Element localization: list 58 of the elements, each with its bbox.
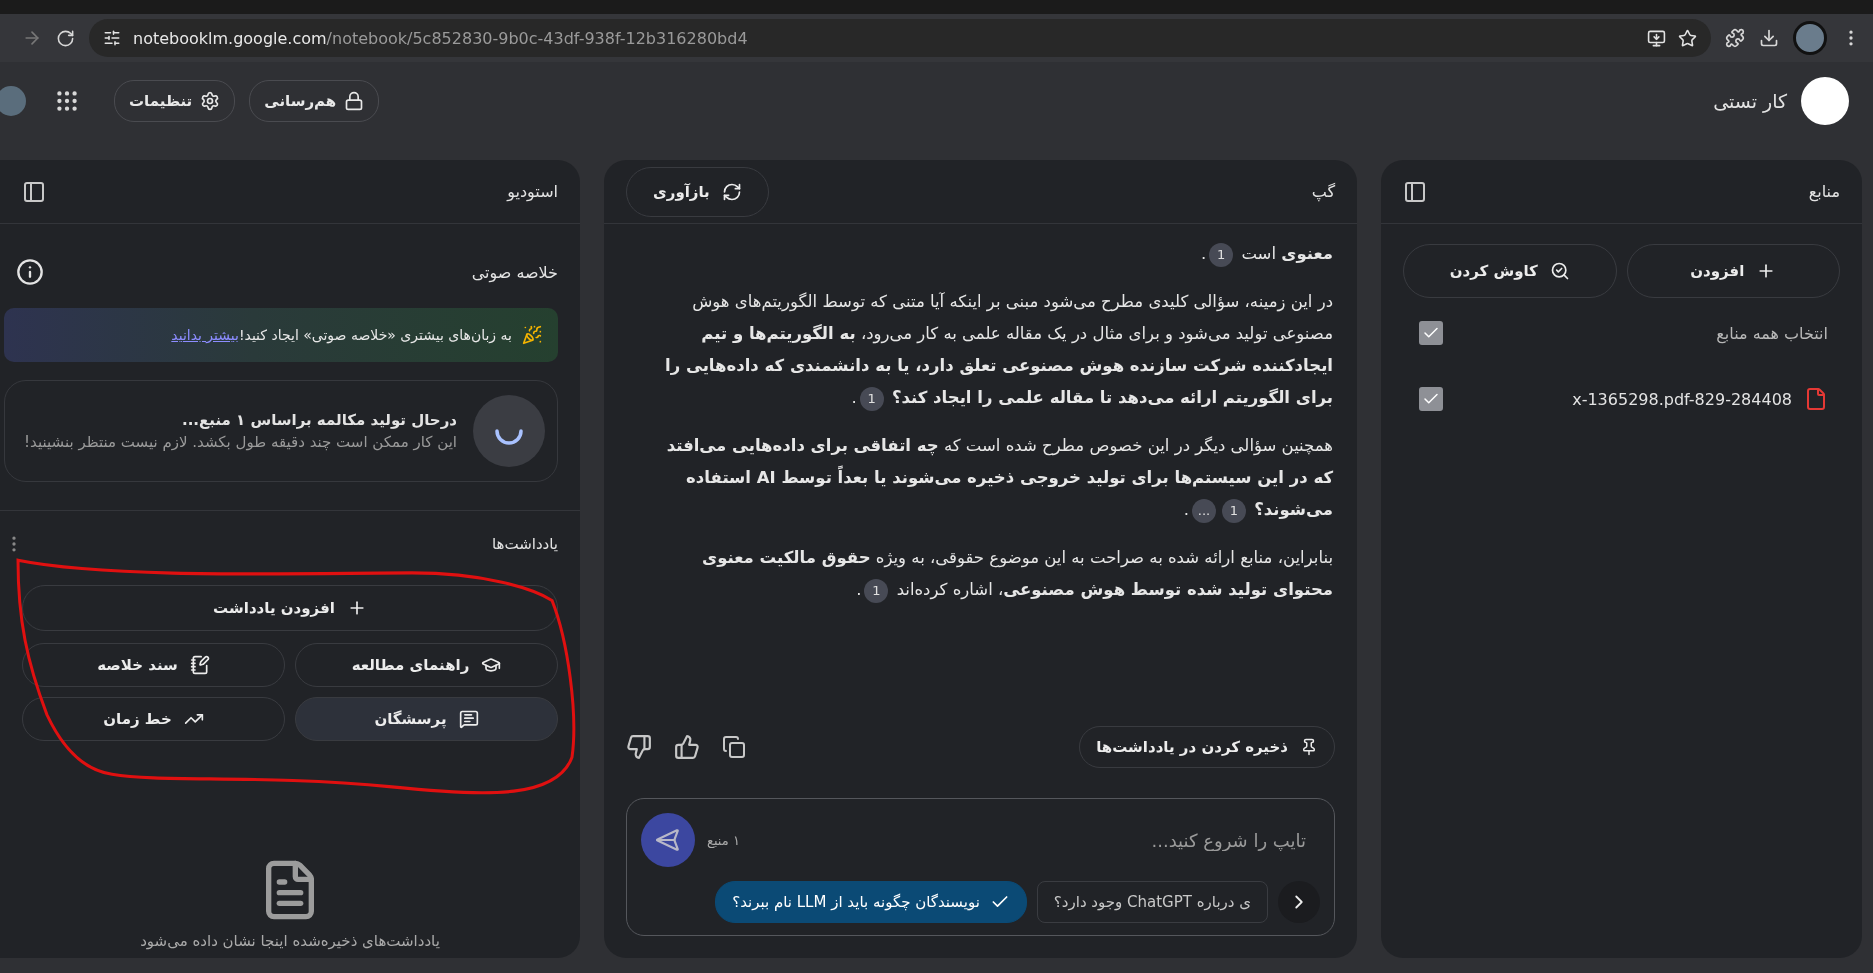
settings-button[interactable]: تنظیمات [114,80,236,122]
citation-chip[interactable]: 1 [1221,498,1246,523]
install-icon[interactable] [1647,28,1666,48]
graduation-cap-icon [481,655,502,675]
site-info-icon[interactable] [103,29,121,47]
checkbox[interactable] [1419,387,1443,411]
panel-toggle-icon[interactable] [22,179,46,204]
source-count: ۱ منبع [707,832,740,848]
chat-input[interactable]: تایپ را شروع کنید... [751,829,1320,851]
apps-grid-icon[interactable] [54,88,80,114]
citation-chip[interactable]: 1 [864,578,889,603]
checkbox[interactable] [1419,321,1443,345]
logo-circle [1801,77,1849,125]
refresh-button[interactable]: بازآوری [626,166,769,217]
panel-toggle-icon[interactable] [1403,179,1427,204]
panel-title: گپ [1311,182,1335,201]
suggestion-chip[interactable]: ی درباره ChatGPT وجود دارد؟ [1036,881,1268,923]
citation-chip[interactable]: 1 [859,386,884,411]
select-all-label: انتخاب همه منابع [1716,323,1828,343]
suggestion-chip[interactable]: نویسندگان چگونه باید از LLM نام ببرند؟ [715,881,1027,923]
address-bar[interactable]: notebooklm.google.com/notebook/5c852830-9b0c-43df-938f-12b316280bd4 [89,19,1711,57]
download-icon[interactable] [1759,28,1779,48]
learn-more-link[interactable]: بیشتر بدانید [171,327,239,343]
pin-icon [1300,738,1318,756]
info-icon[interactable] [16,258,44,286]
promo-text: به زبان‌های بیشتری «خلاصه صوتی» ایجاد کنید!بیشتر بدانید [171,327,512,343]
share-button[interactable]: هم‌رسانی [249,80,380,122]
notebook-title: کار تستی [1713,90,1787,112]
empty-notes-text: یادداشت‌های ذخیره‌شده اینجا نشان داده می‌شود [140,932,440,950]
generating-title: درحال تولید مکالمه براساس ۱ منبع... [180,411,457,429]
profile-avatar[interactable] [1793,21,1827,55]
section-title: یادداشت‌ها [491,535,558,553]
star-icon[interactable] [1678,28,1697,48]
url-text: notebooklm.google.com/notebook/5c852830-9b0c-43df-938f-12b316280bd4 [133,28,748,48]
panel-title: استودیو [507,182,558,201]
settings-icon [200,91,221,111]
thumbs-up-icon[interactable] [674,734,700,760]
lock-icon [344,91,365,111]
panel-title: منابع [1808,182,1840,201]
send-button[interactable] [641,813,695,867]
citation-chip[interactable]: 1 [1209,242,1234,267]
refresh-icon [721,181,742,202]
source-name[interactable]: x-1365298.pdf-829-284408 [1572,389,1792,409]
send-icon [655,827,681,853]
thumbs-down-icon[interactable] [626,734,652,760]
extensions-icon[interactable] [1725,28,1745,48]
generating-subtitle: این کار ممکن است چند دقیقه طول بکشد. لازم نیست منتظر بنشینید! [24,433,457,451]
section-title: خلاصه صوتی [471,262,558,282]
copy-icon[interactable] [722,735,746,759]
account-avatar[interactable] [0,86,26,116]
party-popper-icon [522,325,542,345]
citation-chip[interactable]: ... [1191,498,1216,523]
document-icon [1804,387,1828,411]
next-suggestions-button[interactable] [1278,881,1320,923]
reload-icon[interactable] [56,28,75,48]
chat-composer[interactable]: تایپ را شروع کنید... ۱ منبع ی درباره ChatGPT وجود دارد؟ نویسندگان چگونه باید از LLM نام ببرند؟ [626,798,1335,936]
message-icon [458,709,479,729]
note-action-button[interactable]: پرسشگان [295,697,558,741]
